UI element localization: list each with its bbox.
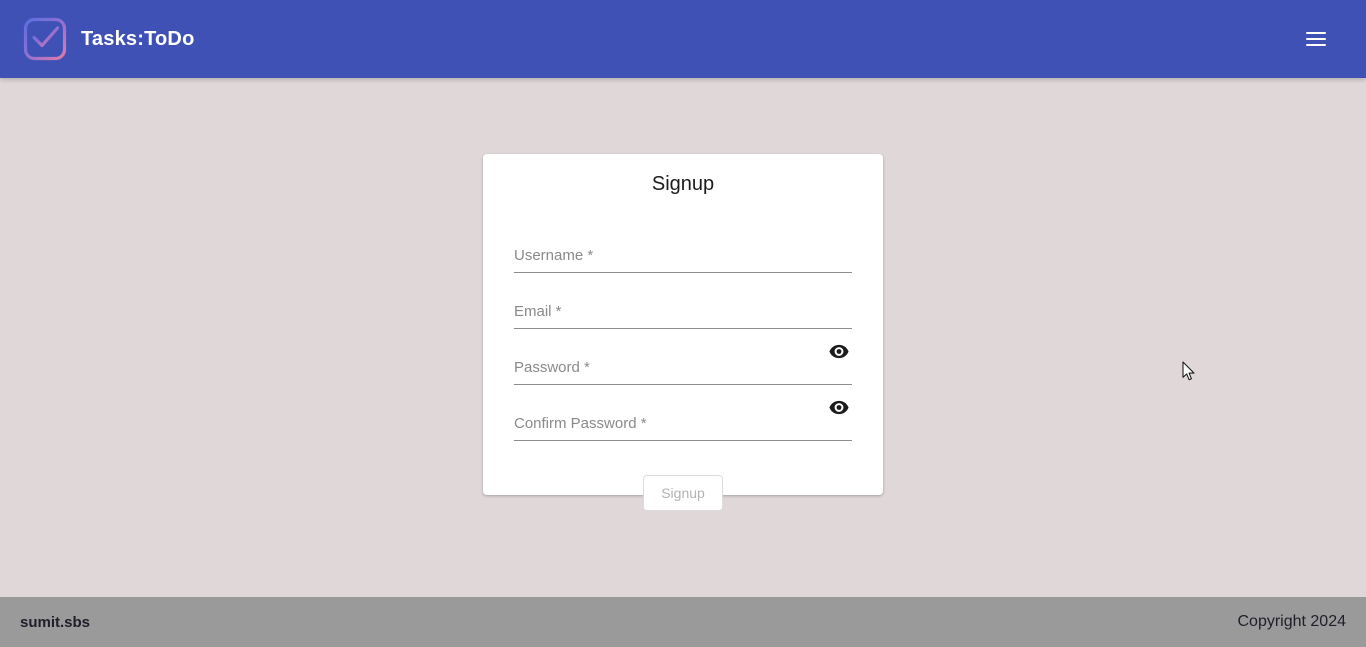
email-input[interactable]: [514, 300, 852, 328]
signup-form: Signup: [499, 217, 867, 511]
menu-bar-1: [1306, 32, 1326, 34]
eye-visible-icon[interactable]: [826, 396, 852, 418]
password-field[interactable]: [514, 329, 852, 385]
email-field[interactable]: [514, 273, 852, 329]
confirm-password-field[interactable]: [514, 385, 852, 441]
menu-bar-3: [1306, 44, 1326, 46]
eye-visible-icon[interactable]: [826, 340, 852, 362]
signup-button[interactable]: Signup: [643, 475, 723, 511]
menu-bar-2: [1306, 38, 1326, 40]
brand[interactable]: Tasks:ToDo: [22, 16, 195, 62]
app-header: Tasks:ToDo: [0, 0, 1366, 78]
username-field[interactable]: [514, 217, 852, 273]
confirm-password-input[interactable]: [514, 412, 852, 440]
password-input[interactable]: [514, 356, 852, 384]
page-title: Signup: [651, 173, 715, 195]
hamburger-menu-icon[interactable]: [1296, 19, 1336, 59]
footer-site-label: sumit.sbs: [20, 613, 91, 631]
page-body: Signup Username * Email * Signup: [0, 78, 1366, 597]
footer-copyright: Copyright 2024: [1237, 613, 1346, 630]
form-actions: Signup: [514, 475, 852, 511]
checkbox-check-logo-icon: [22, 16, 68, 62]
username-input[interactable]: [514, 244, 852, 272]
signup-card: Signup Username * Email * Signup: [483, 154, 883, 511]
app-footer: sumit.sbs Copyright 2024: [0, 597, 1366, 647]
brand-title: Tasks:ToDo: [81, 28, 195, 50]
